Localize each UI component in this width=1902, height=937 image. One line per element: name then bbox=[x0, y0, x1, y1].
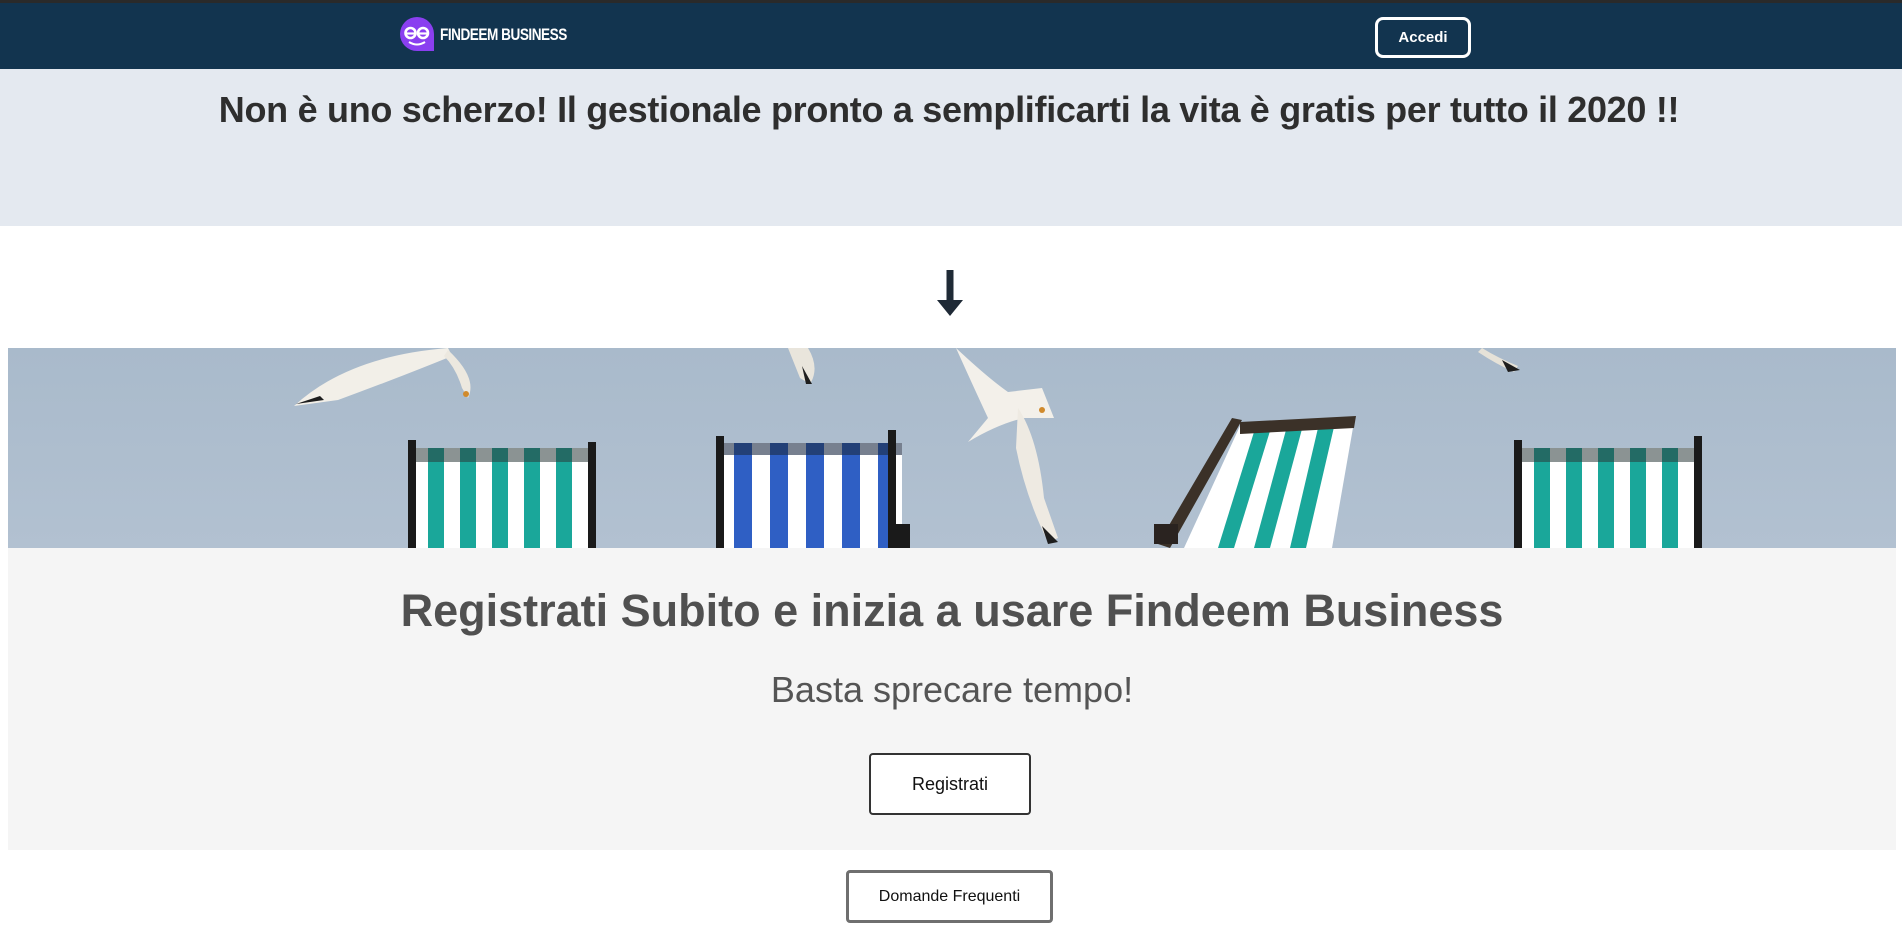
seagull-4 bbox=[1478, 348, 1520, 372]
brand-name: FINDEEM BUSINESS bbox=[440, 25, 567, 44]
seagull-1 bbox=[294, 348, 471, 406]
login-button[interactable]: Accedi bbox=[1375, 17, 1471, 58]
signup-section: Registrati Subito e inizia a usare Finde… bbox=[8, 548, 1896, 850]
beach-chair-1 bbox=[408, 440, 596, 548]
beach-chair-4 bbox=[1514, 436, 1702, 548]
register-button[interactable]: Registrati bbox=[869, 753, 1031, 815]
beach-chair-3 bbox=[1154, 416, 1356, 548]
faq-button[interactable]: Domande Frequenti bbox=[846, 870, 1053, 923]
promo-banner: Non è uno scherzo! Il gestionale pronto … bbox=[0, 69, 1902, 226]
findeem-logo-icon bbox=[400, 17, 434, 51]
hero-image-beach-chairs bbox=[8, 348, 1896, 548]
seagull-2 bbox=[788, 348, 815, 384]
page-edge bbox=[1898, 226, 1902, 937]
beach-chair-2 bbox=[716, 430, 910, 548]
promo-headline: Non è uno scherzo! Il gestionale pronto … bbox=[218, 89, 1680, 130]
seagull-3 bbox=[956, 348, 1058, 544]
brand-logo[interactable]: FINDEEM BUSINESS bbox=[398, 15, 599, 55]
arrow-down-icon bbox=[937, 270, 963, 316]
navbar: FINDEEM BUSINESS Accedi bbox=[0, 3, 1902, 69]
signup-subtitle: Basta sprecare tempo! bbox=[770, 669, 1134, 710]
signup-title: Registrati Subito e inizia a usare Finde… bbox=[400, 585, 1504, 636]
